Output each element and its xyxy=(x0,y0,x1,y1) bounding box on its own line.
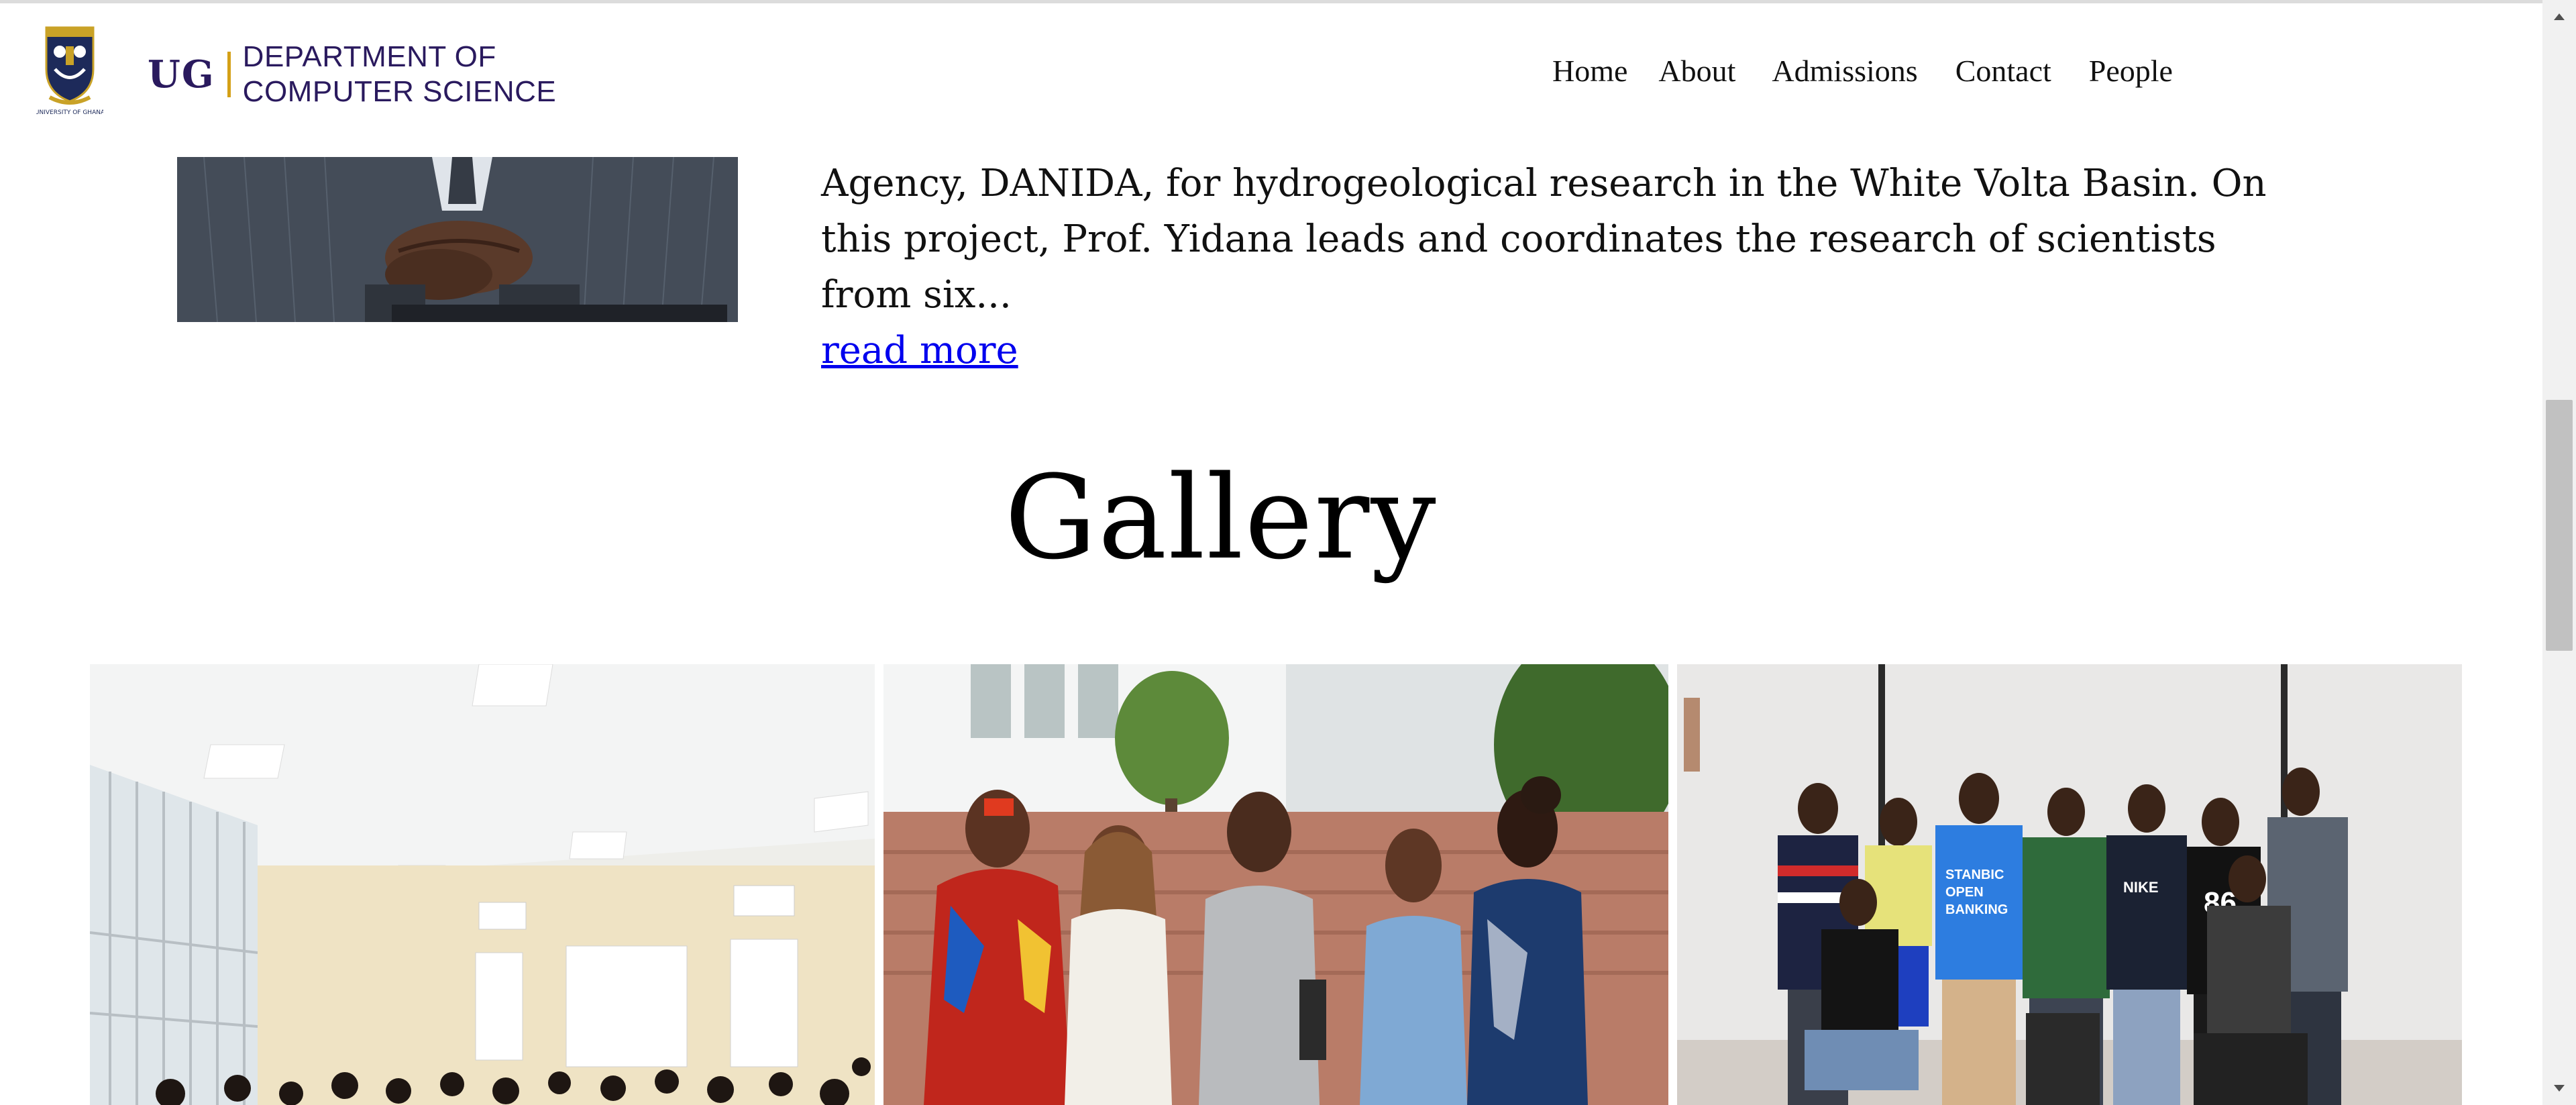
gallery-image-lecture-hall[interactable] xyxy=(90,664,875,1105)
scrollbar-thumb[interactable] xyxy=(2546,400,2573,651)
gallery-image-group-students[interactable]: STANBIC OPEN BANKING NIKE 86 xyxy=(1677,664,2462,1105)
gallery-row: STANBIC OPEN BANKING NIKE 86 xyxy=(90,664,2462,1105)
svg-text:UNIVERSITY OF GHANA: UNIVERSITY OF GHANA xyxy=(36,109,103,116)
students-laughing-image xyxy=(883,664,1668,1105)
svg-text:NIKE: NIKE xyxy=(2123,879,2159,896)
profile-excerpt-block: Agency, DANIDA, for hydrogeological rese… xyxy=(821,156,2284,378)
brand-abbreviation: UG xyxy=(148,52,215,97)
nav-about[interactable]: About xyxy=(1658,53,1735,89)
read-more-link[interactable]: read more xyxy=(821,323,1018,378)
brand-line-2: COMPUTER SCIENCE xyxy=(242,75,557,108)
lecture-hall-image xyxy=(90,664,875,1105)
nav-people[interactable]: People xyxy=(2089,53,2173,89)
vertical-scrollbar[interactable] xyxy=(2542,0,2576,1105)
gallery-title: Gallery xyxy=(1004,450,1438,585)
university-crest-logo[interactable]: UNIVERSITY OF GHANA xyxy=(35,22,105,116)
site-header: UNIVERSITY OF GHANA UG DEPARTMENT OF COM… xyxy=(0,3,2542,152)
nav-admissions[interactable]: Admissions xyxy=(1772,53,1917,89)
profile-photo-image xyxy=(177,157,738,322)
svg-text:BANKING: BANKING xyxy=(1945,902,2008,917)
brand-department-name: DEPARTMENT OF COMPUTER SCIENCE xyxy=(243,40,557,109)
scroll-down-button[interactable] xyxy=(2542,1071,2576,1105)
nav-home[interactable]: Home xyxy=(1552,53,1627,89)
chevron-down-icon xyxy=(2554,1085,2565,1092)
scroll-up-button[interactable] xyxy=(2542,0,2576,34)
brand-divider xyxy=(227,52,231,97)
svg-text:STANBIC: STANBIC xyxy=(1945,867,2004,882)
group-students-image: STANBIC OPEN BANKING NIKE 86 xyxy=(1677,664,2462,1105)
svg-text:OPEN: OPEN xyxy=(1945,885,1984,900)
nav-contact[interactable]: Contact xyxy=(1955,53,2051,89)
brand-line-1: DEPARTMENT OF xyxy=(242,40,496,73)
profile-excerpt: Agency, DANIDA, for hydrogeological rese… xyxy=(821,162,2267,317)
page: UNIVERSITY OF GHANA UG DEPARTMENT OF COM… xyxy=(0,0,2576,1105)
chevron-up-icon xyxy=(2554,13,2565,20)
crest-icon: UNIVERSITY OF GHANA xyxy=(35,26,105,116)
brand[interactable]: UG DEPARTMENT OF COMPUTER SCIENCE xyxy=(148,34,556,115)
main-nav: Home About Admissions Contact People xyxy=(1552,53,2173,89)
profile-photo xyxy=(177,157,738,322)
gallery-image-students-laughing[interactable] xyxy=(883,664,1668,1105)
